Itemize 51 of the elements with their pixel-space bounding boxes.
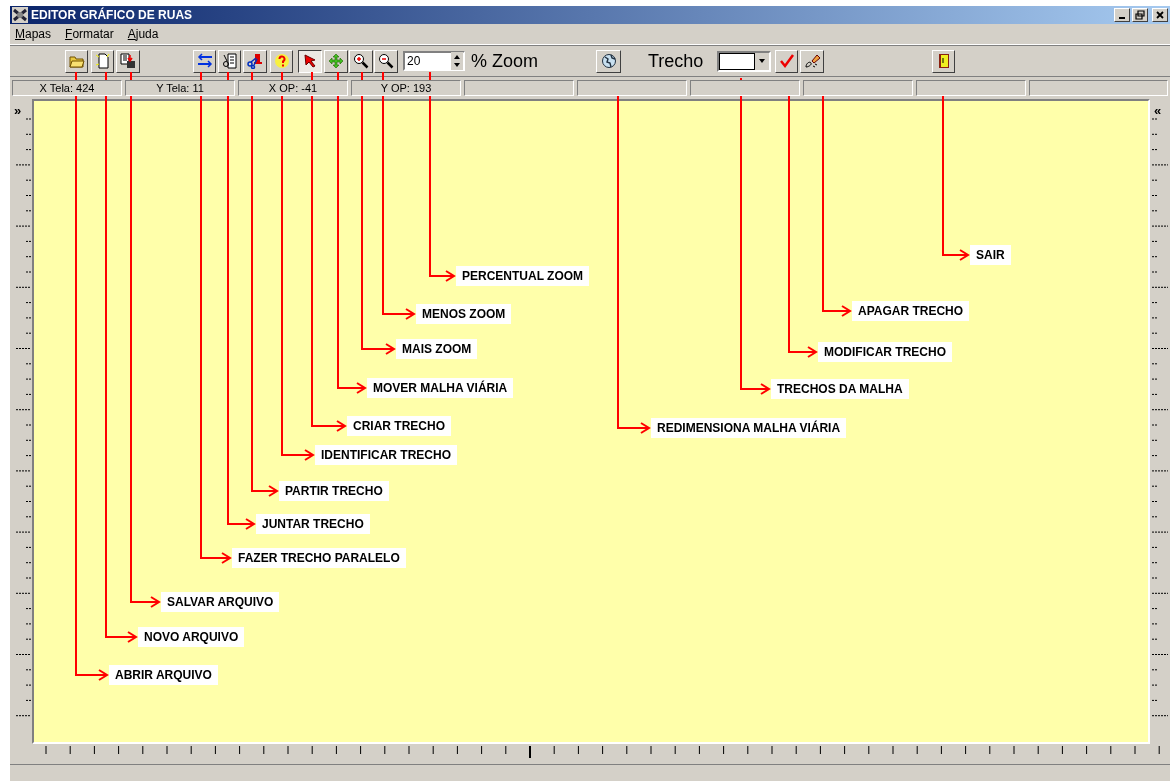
menu-item[interactable]: Mapas xyxy=(15,27,52,41)
toolbar-label: % Zoom xyxy=(471,50,540,72)
callout-label: IDENTIFICAR TRECHO xyxy=(315,445,457,465)
globe-icon xyxy=(600,53,617,69)
callout-label: FAZER TRECHO PARALELO xyxy=(232,548,406,568)
callout-label: TRECHOS DA MALHA xyxy=(771,379,909,399)
eraser-icon xyxy=(804,53,820,69)
restore-icon xyxy=(1135,10,1145,20)
documents-icon xyxy=(221,53,238,69)
minimize-button[interactable] xyxy=(1114,8,1130,22)
folder-icon xyxy=(68,53,85,69)
callout-label: JUNTAR TRECHO xyxy=(256,514,370,534)
parallel-lines-icon xyxy=(196,53,213,69)
callout-label: APAGAR TRECHO xyxy=(852,301,970,321)
status-field: X Tela: 424 xyxy=(12,80,122,96)
callout-label: PARTIR TRECHO xyxy=(279,481,389,501)
callout-label: MODIFICAR TRECHO xyxy=(818,342,952,362)
callout-label: MAIS ZOOM xyxy=(396,339,478,359)
zoom-out-icon xyxy=(378,53,394,69)
status-field: Y Tela: 11 xyxy=(125,80,235,96)
scissors-icon xyxy=(247,53,263,69)
close-icon xyxy=(1155,10,1165,20)
callout-label: ABRIR ARQUIVO xyxy=(109,665,218,685)
move-arrows-icon xyxy=(328,53,344,69)
menu-item[interactable]: Ajuda xyxy=(127,27,159,41)
question-mark-icon xyxy=(273,53,290,69)
trecho-dropdown[interactable] xyxy=(717,50,771,72)
save-icon xyxy=(120,53,136,69)
toolbar-button[interactable] xyxy=(298,49,322,73)
zoom-spin-field[interactable]: 20 xyxy=(403,51,465,71)
checkmark-icon xyxy=(778,53,795,69)
pointer-icon xyxy=(302,53,318,69)
callout-label: MENOS ZOOM xyxy=(416,304,512,324)
restore-button[interactable] xyxy=(1132,8,1148,22)
menu-item[interactable]: Formatar xyxy=(65,27,114,41)
callout-label: SALVAR ARQUIVO xyxy=(161,592,280,612)
callout-label: PERCENTUAL ZOOM xyxy=(456,266,590,286)
close-button[interactable] xyxy=(1152,8,1168,22)
callout-label: MOVER MALHA VIÁRIA xyxy=(367,378,514,398)
status-field: Y OP: 193 xyxy=(351,80,461,96)
callout-label: CRIAR TRECHO xyxy=(347,416,451,436)
zoom-in-icon xyxy=(353,53,369,69)
window-title: EDITOR GRÁFICO DE RUAS xyxy=(31,8,194,22)
document-icon xyxy=(94,53,111,69)
callout-label: NOVO ARQUIVO xyxy=(138,627,245,647)
callout-label: SAIR xyxy=(970,245,1011,265)
status-field: X OP: -41 xyxy=(238,80,348,96)
spin-arrows-icon[interactable] xyxy=(451,52,463,70)
minimize-icon xyxy=(1119,17,1125,19)
callout-label: REDIMENSIONA MALHA VIÁRIA xyxy=(651,418,847,438)
toolbar-label: Trecho xyxy=(648,50,705,72)
